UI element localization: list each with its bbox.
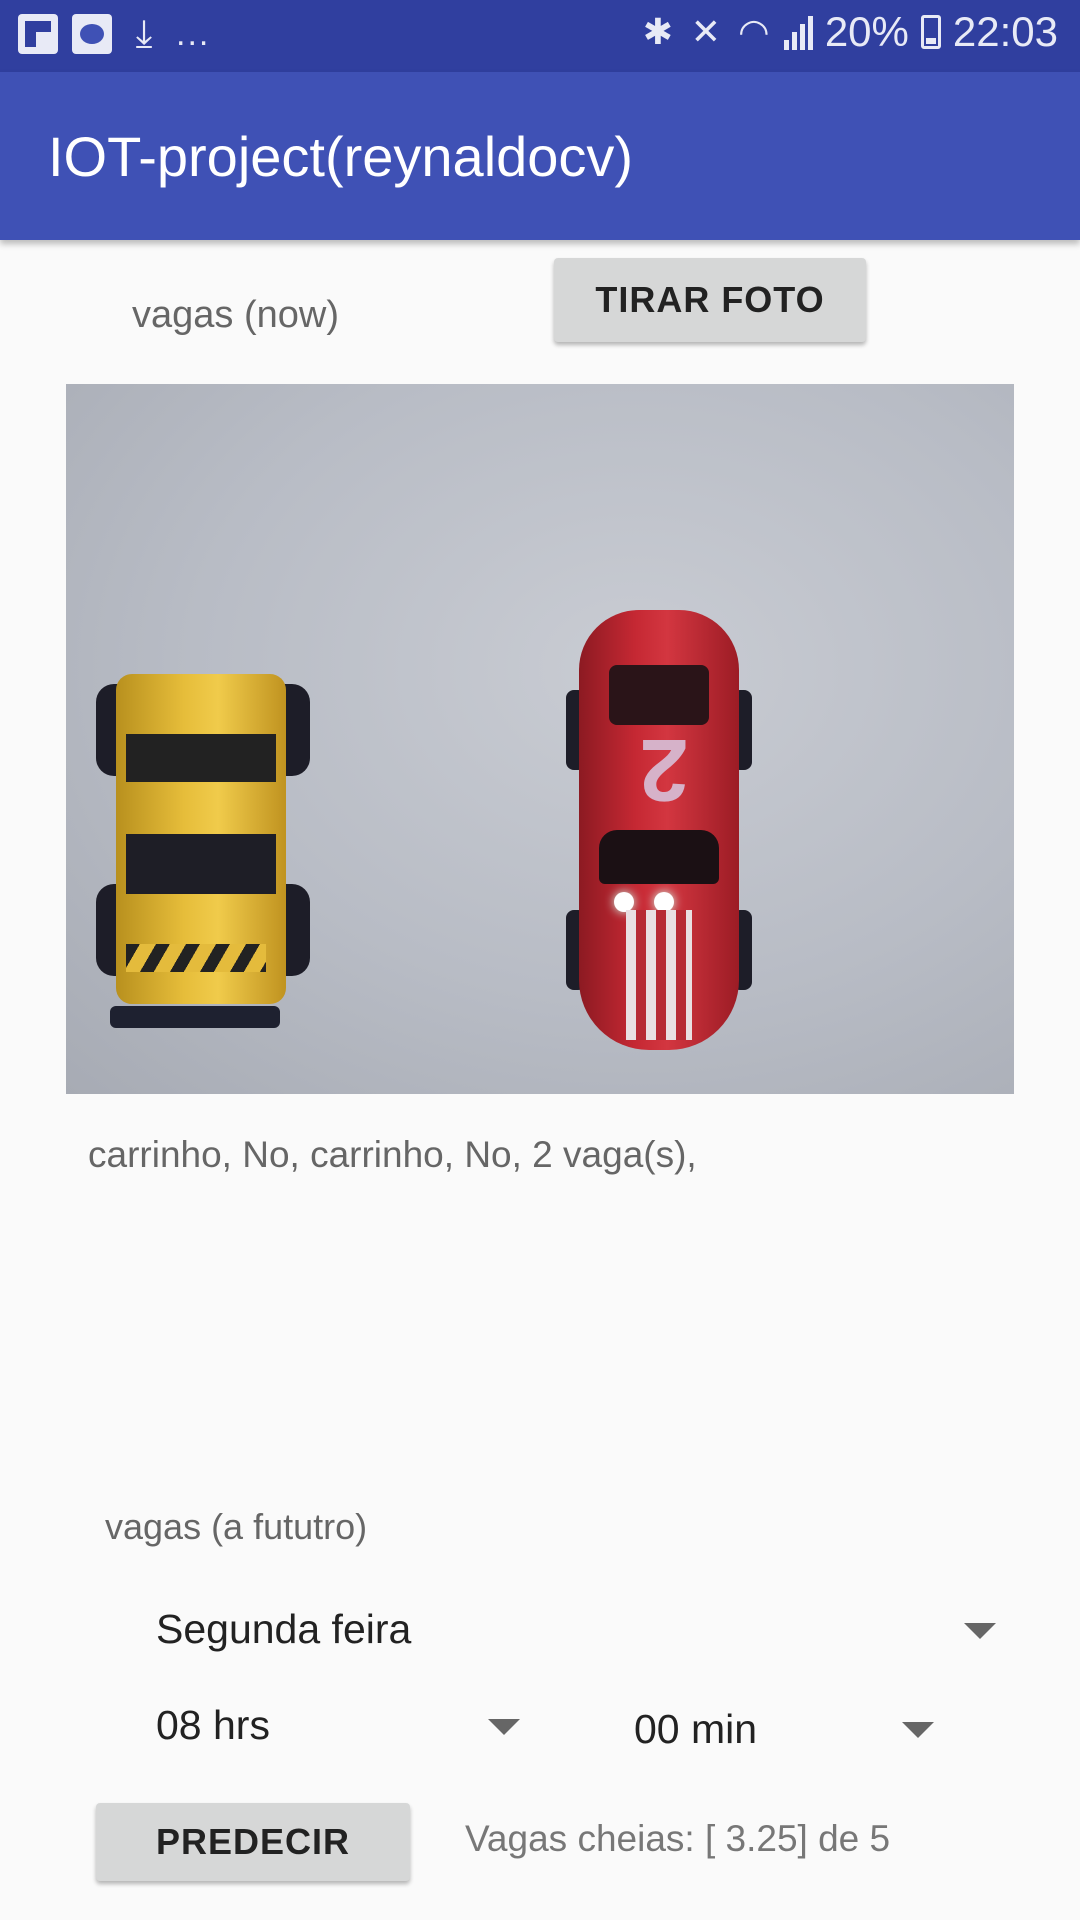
car-stripe	[626, 910, 692, 1040]
day-select[interactable]: Segunda feira	[156, 1606, 411, 1653]
battery-percent: 20%	[824, 8, 909, 55]
vagas-now-label: vagas (now)	[132, 294, 339, 336]
clock: 22:03	[952, 8, 1058, 55]
car-number: 2	[639, 721, 689, 820]
app-title: IOT-project(reynaldocv)	[48, 125, 634, 188]
car-rear-window	[599, 830, 719, 884]
prediction-result: Vagas cheias: [ 3.25] de 5	[465, 1818, 891, 1859]
car-window	[126, 734, 276, 782]
vagas-future-label: vagas (a fututro)	[105, 1506, 368, 1547]
mute-icon: ✕	[690, 11, 721, 52]
status-bar-right: ✱ ✕ ◠ 20% 22:03	[640, 8, 1058, 56]
wifi-icon: ◠	[738, 11, 770, 52]
chevron-down-icon[interactable]	[488, 1719, 520, 1735]
chevron-down-icon[interactable]	[964, 1623, 996, 1639]
car-windshield	[609, 665, 709, 725]
car-window	[126, 834, 276, 894]
detection-result: carrinho, No, carrinho, No, 2 vaga(s),	[88, 1134, 697, 1175]
red-toy-car: 2	[564, 610, 754, 1050]
predict-button[interactable]: PREDECIR	[96, 1803, 410, 1881]
status-bar-left: ⤓ ...	[18, 14, 210, 54]
signal-icon	[783, 14, 813, 50]
minute-select[interactable]: 00 min	[634, 1706, 757, 1753]
car-lights	[604, 892, 714, 912]
car-stripes	[126, 944, 266, 972]
bluetooth-icon: ✱	[642, 11, 673, 52]
cloud-app-icon	[72, 14, 112, 54]
take-photo-button[interactable]: TIRAR FOTO	[554, 258, 866, 342]
hour-select[interactable]: 08 hrs	[156, 1702, 270, 1749]
chevron-down-icon[interactable]	[902, 1722, 934, 1738]
yellow-toy-car	[96, 654, 310, 1034]
battery-icon	[920, 15, 941, 49]
parking-photo: 2	[66, 384, 1014, 1094]
more-notifications-icon: ...	[176, 15, 211, 53]
flipboard-icon	[18, 14, 58, 54]
status-bar: ⤓ ... ✱ ✕ ◠ 20% 22:03	[0, 0, 1080, 72]
download-icon: ⤓	[135, 13, 153, 55]
car-bumper	[110, 1006, 280, 1028]
app-bar: IOT-project(reynaldocv)	[0, 72, 1080, 240]
